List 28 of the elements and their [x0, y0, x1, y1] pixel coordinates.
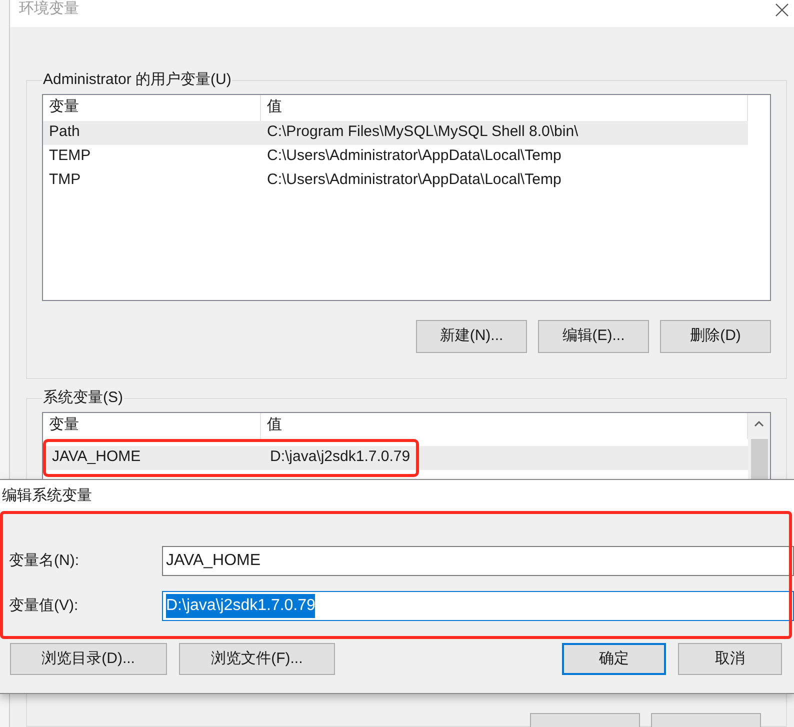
dialog-title: 编辑系统变量	[2, 486, 92, 506]
field-label: 变量值(V):	[8, 596, 80, 616]
group-title: 系统变量(S)	[42, 388, 124, 408]
text-field[interactable]: D:\java\j2sdk1.7.0.79	[162, 591, 794, 621]
window-title: 环境变量	[19, 0, 79, 18]
dialog-button[interactable]: 删除(D)	[660, 320, 771, 352]
field-label: 变量名(N):	[8, 550, 80, 571]
dialog-button[interactable]: 取消	[678, 643, 782, 675]
variable-name: JAVA_HOME	[51, 447, 142, 468]
variable-value: C:\Users\Administrator\AppData\Local\Temp	[266, 170, 562, 190]
text-field[interactable]: JAVA_HOME	[162, 546, 794, 576]
list-row[interactable]: JAVA_HOME D:\java\j2sdk1.7.0.79	[43, 438, 748, 476]
scroll-up-icon[interactable]	[754, 420, 764, 426]
dialog-button[interactable]: 确定	[562, 643, 666, 675]
dialog-button[interactable]: 浏览目录(D)...	[10, 643, 167, 675]
variable-value: C:\Program Files\MySQL\MySQL Shell 8.0\bin\	[266, 122, 578, 142]
dialog-button[interactable]: 编辑(E)...	[538, 320, 649, 352]
group-title: Administrator 的用户变量(U)	[42, 70, 232, 90]
variable-name: Path	[48, 122, 81, 142]
variable-name: TMP	[48, 170, 82, 190]
dialog-button[interactable]: 新建(N)...	[416, 320, 527, 352]
variable-value: C:\Users\Administrator\AppData\Local\Temp	[266, 146, 562, 166]
variable-value: D:\java\j2sdk1.7.0.79	[269, 447, 410, 468]
dialog-button[interactable]: 浏览文件(F)...	[178, 643, 336, 675]
variable-name: TEMP	[48, 146, 92, 166]
column-header[interactable]: 变量	[43, 412, 261, 438]
close-icon	[775, 3, 789, 17]
list-row[interactable]: Path C:\Program Files\MySQL\MySQL Shell 8.0\bin\	[43, 120, 748, 144]
